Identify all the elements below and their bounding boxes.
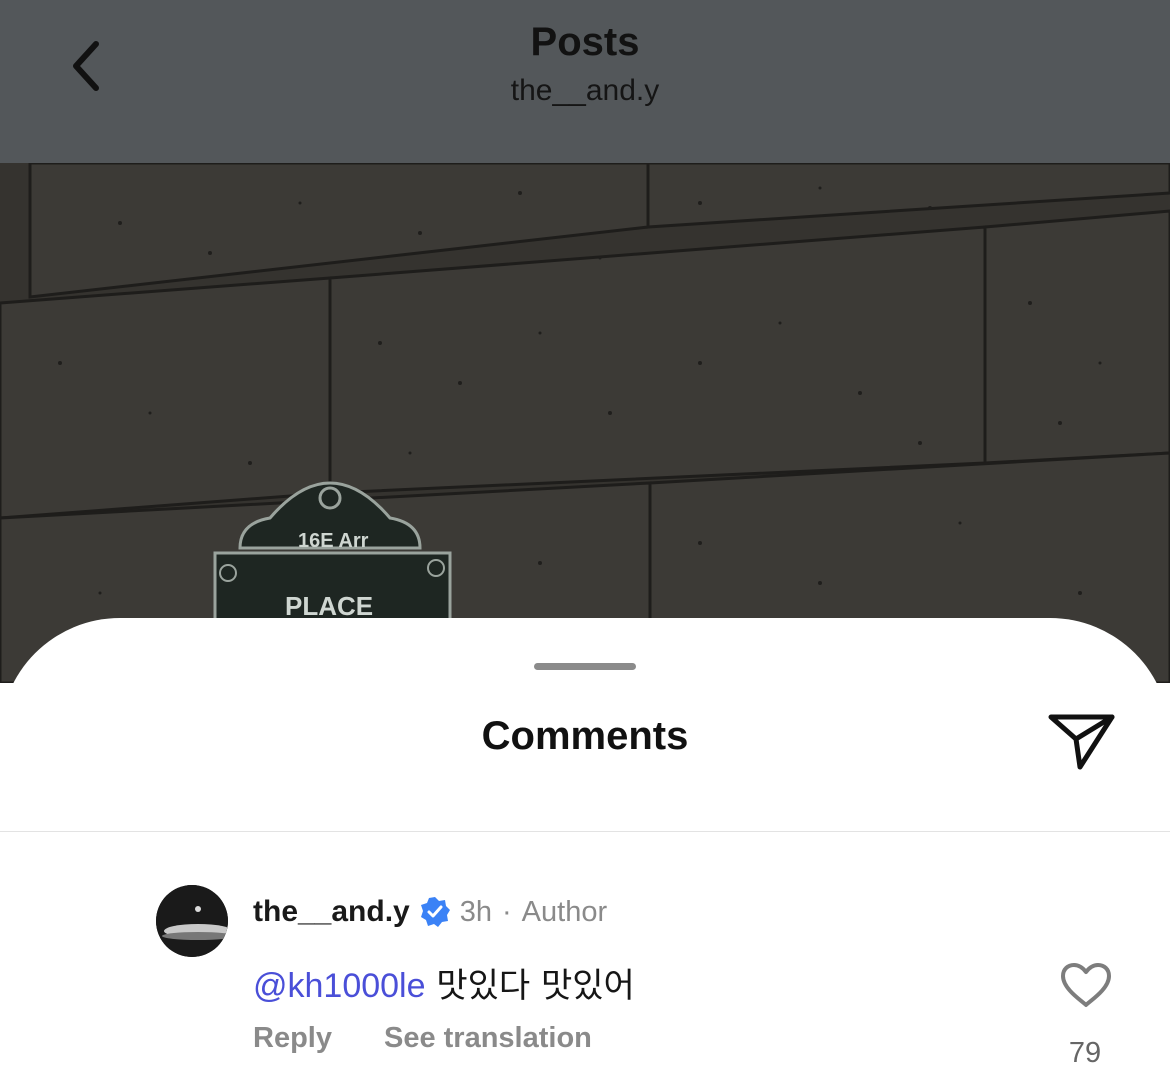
reply-button[interactable]: Reply — [253, 1022, 332, 1055]
like-count: 79 — [1068, 1037, 1102, 1069]
page-subtitle-username[interactable]: the__and.y — [0, 74, 1170, 108]
verified-badge-icon — [419, 896, 451, 928]
page-title: Posts — [530, 20, 640, 64]
comment-time: 3h — [459, 895, 492, 928]
sheet-drag-handle[interactable] — [534, 663, 636, 670]
svg-text:16E Arr: 16E Arr — [298, 530, 369, 552]
share-button[interactable] — [1042, 702, 1122, 782]
comment-body: @kh1000le 맛있다 맛있어 — [253, 958, 635, 1007]
author-badge: Author — [521, 895, 608, 928]
heart-icon — [1061, 963, 1111, 1007]
send-icon — [1048, 714, 1115, 770]
comment-text: 맛있다 맛있어 — [436, 966, 635, 1006]
comments-sheet: Comments the__and.y 3h · Author @kh1000l… — [0, 618, 1170, 1091]
like-button[interactable] — [1057, 958, 1115, 1012]
top-navigation-bar: Posts the__and.y — [0, 0, 1170, 163]
comments-title: Comments — [481, 714, 689, 758]
see-translation-button[interactable]: See translation — [384, 1022, 592, 1055]
comment-actions: Reply See translation — [253, 1022, 592, 1055]
meta-separator: · — [502, 895, 512, 928]
comment-meta: the__and.y 3h · Author — [253, 892, 607, 932]
post-image[interactable]: 16E Arr PLACE — [0, 163, 1170, 683]
comment-item: the__and.y 3h · Author @kh1000le 맛있다 맛있어… — [0, 832, 1170, 1091]
comment-username[interactable]: the__and.y — [253, 895, 410, 929]
mention-link[interactable]: @kh1000le — [253, 967, 426, 1005]
avatar[interactable] — [156, 885, 228, 957]
svg-text:PLACE: PLACE — [285, 591, 373, 621]
